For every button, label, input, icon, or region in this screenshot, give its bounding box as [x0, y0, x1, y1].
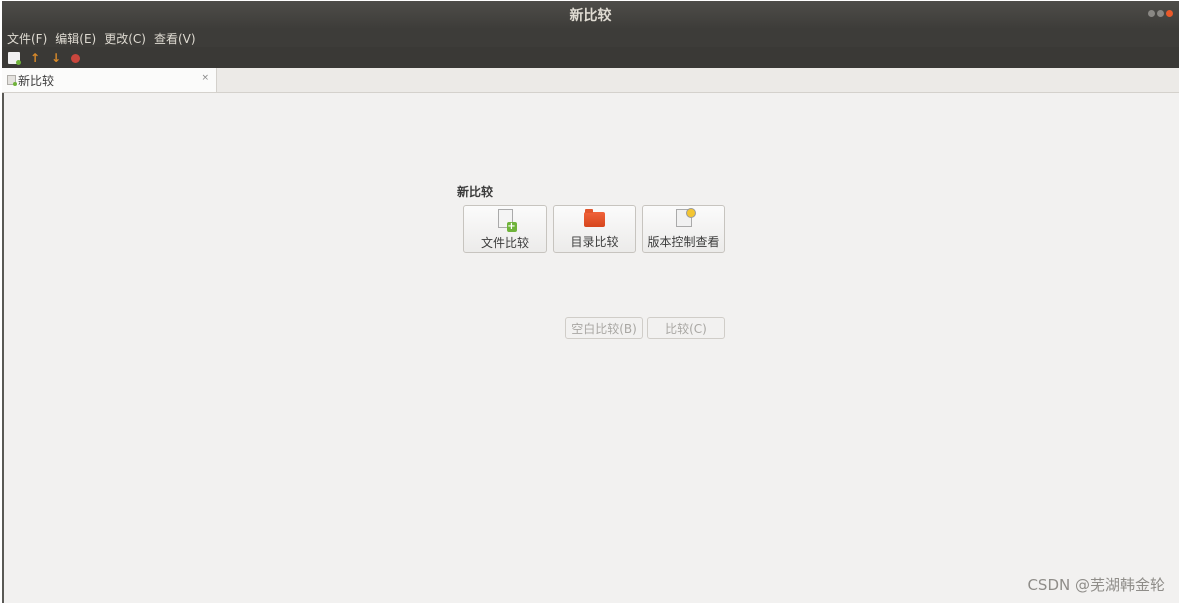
folder-compare-button[interactable]: 目录比较 — [553, 205, 636, 253]
toolbar: ↑ ↓ — [2, 47, 1179, 68]
section-title: 新比较 — [457, 185, 494, 199]
menu-view[interactable]: 查看(V) — [151, 30, 199, 47]
stop-icon[interactable] — [71, 53, 80, 63]
version-control-icon — [675, 208, 696, 227]
menu-changes[interactable]: 更改(C) — [101, 30, 149, 47]
arrow-down-icon[interactable]: ↓ — [50, 52, 62, 64]
file-compare-label: 文件比较 — [480, 236, 529, 250]
arrow-up-icon[interactable]: ↑ — [29, 52, 41, 64]
version-control-button[interactable]: 版本控制查看 — [642, 205, 725, 253]
minimize-button[interactable] — [1148, 10, 1155, 17]
title-bar: 新比较 — [2, 1, 1179, 29]
version-control-label: 版本控制查看 — [647, 235, 720, 249]
menu-file[interactable]: 文件(F) — [4, 30, 50, 47]
menu-bar: 文件(F) 编辑(E) 更改(C) 查看(V) — [2, 29, 1179, 47]
tab-close-icon[interactable]: × — [201, 73, 209, 83]
tab-label: 新比较 — [18, 73, 55, 88]
new-comparison-icon[interactable] — [8, 51, 21, 65]
file-compare-button[interactable]: 文件比较 — [463, 205, 547, 253]
folder-compare-label: 目录比较 — [570, 235, 619, 249]
tab-new-comparison[interactable]: 新比较 × — [2, 68, 217, 92]
tab-bar: 新比较 × — [2, 68, 1179, 93]
blank-compare-button[interactable]: 空白比较(B) — [565, 317, 643, 339]
watermark: CSDN @芜湖韩金轮 — [1027, 576, 1165, 594]
compare-button[interactable]: 比较(C) — [647, 317, 725, 339]
app-window: 新比较 文件(F) 编辑(E) 更改(C) 查看(V) ↑ ↓ 新比较 × 新比… — [2, 1, 1179, 603]
menu-edit[interactable]: 编辑(E) — [52, 30, 99, 47]
new-comparison-panel: 新比较 文件比较 目录比较 版本控制查看 空白比较(B) 比较(C) CSDN … — [2, 93, 1179, 603]
window-title: 新比较 — [569, 8, 612, 24]
window-controls — [1148, 10, 1173, 17]
close-window-button[interactable] — [1166, 10, 1173, 17]
file-compare-icon — [497, 209, 517, 232]
maximize-button[interactable] — [1157, 10, 1164, 17]
folder-compare-icon — [584, 209, 605, 227]
new-comparison-tab-icon — [7, 75, 17, 86]
